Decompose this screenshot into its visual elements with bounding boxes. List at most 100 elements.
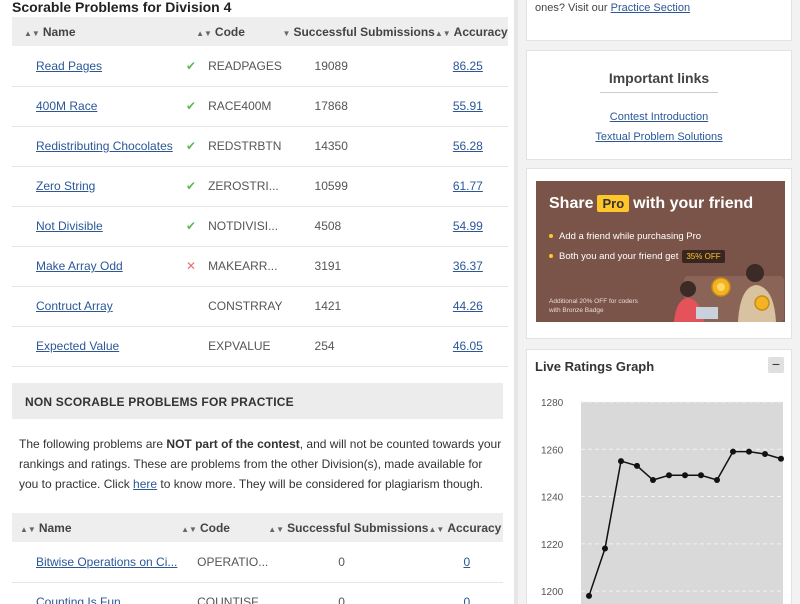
- problem-code: MAKEARR...: [196, 246, 283, 287]
- sidebar: ones? Visit our Practice Section Importa…: [518, 0, 800, 604]
- non-scorable-problems-table: ▲▼ Name ▲▼ Code ▲▼ Successful Submissions ▲…: [12, 513, 503, 604]
- rating-point: [650, 477, 656, 483]
- problem-code: ZEROSTRI...: [196, 166, 283, 207]
- accuracy-link[interactable]: 54.99: [453, 219, 483, 233]
- table-row: Make Array Odd ✕ MAKEARR... 3191 36.37: [12, 246, 508, 287]
- sort-icon: ▲▼: [196, 28, 212, 38]
- share-pro-card: Share Pro with your friend Add a friend wh…: [526, 168, 792, 339]
- col-name-header[interactable]: ▲▼ Name: [12, 513, 182, 542]
- sort-icon: ▲▼: [434, 28, 451, 38]
- share-pro-banner[interactable]: Share Pro with your friend Add a friend wh…: [536, 181, 785, 322]
- col-submissions-header[interactable]: ▼ Successful Submissions: [282, 17, 435, 46]
- problem-name-link[interactable]: Read Pages: [36, 59, 102, 73]
- rating-point: [746, 448, 752, 455]
- rating-point: [714, 477, 720, 483]
- table-row: Contruct Array CONSTRRAY 1421 44.26: [12, 286, 508, 327]
- sort-icon: ▲▼: [268, 524, 285, 534]
- problem-code: REDSTRBTN: [196, 126, 283, 167]
- practice-section-link[interactable]: Practice Section: [611, 2, 690, 14]
- submissions-count: 4508: [282, 206, 435, 247]
- problem-code: RACE400M: [196, 86, 283, 127]
- col-accuracy-header[interactable]: ▲▼ Accuracy: [428, 513, 503, 542]
- rating-point: [618, 458, 624, 465]
- accuracy-link[interactable]: 61.77: [453, 179, 483, 193]
- accuracy-link[interactable]: 0: [463, 595, 470, 604]
- accuracy-link[interactable]: 56.28: [453, 139, 483, 153]
- y-tick-label: 1280: [541, 398, 564, 409]
- col-accuracy-header[interactable]: ▲▼ Accuracy: [434, 17, 508, 46]
- rating-point: [730, 448, 736, 455]
- rating-point: [586, 592, 592, 599]
- sort-icon: ▲▼: [20, 524, 36, 534]
- non-scorable-header: NON SCORABLE PROBLEMS FOR PRACTICE: [12, 383, 503, 419]
- problem-code: EXPVALUE: [196, 326, 283, 367]
- accuracy-link[interactable]: 0: [463, 555, 470, 569]
- scorable-problems-table: ▲▼ Name ▲▼ Code ▼ Successful Submissions ▲▼…: [12, 17, 508, 367]
- table-row: Read Pages ✔ READPAGES 19089 86.25: [12, 46, 508, 87]
- problem-code: CONSTRRAY: [196, 286, 283, 327]
- know-more-link[interactable]: here: [133, 477, 157, 491]
- table-row: Counting Is Fun COUNTISF... 0 0: [12, 582, 503, 604]
- rating-point: [698, 472, 704, 479]
- col-code-header[interactable]: ▲▼ Code: [181, 513, 269, 542]
- col-code-header[interactable]: ▲▼ Code: [196, 17, 283, 46]
- sort-icon: ▲▼: [181, 524, 197, 534]
- table-row: Bitwise Operations on Ci... OPERATIO... 0 0: [12, 542, 503, 583]
- table-header-row: ▲▼ Name ▲▼ Code ▼ Successful Submissions ▲▼…: [12, 17, 508, 46]
- table-row: Not Divisible ✔ NOTDIVISI... 4508 54.99: [12, 206, 508, 247]
- col-submissions-header[interactable]: ▲▼ Successful Submissions: [268, 513, 429, 542]
- table-row: 400M Race ✔ RACE400M 17868 55.91: [12, 86, 508, 127]
- check-icon: ✔: [186, 179, 197, 193]
- practice-card: ones? Visit our Practice Section: [526, 0, 792, 41]
- textual-solutions-link[interactable]: Textual Problem Solutions: [595, 131, 722, 143]
- title-underline: [600, 92, 718, 93]
- problem-name-link[interactable]: Zero String: [36, 179, 95, 193]
- problem-name-link[interactable]: Bitwise Operations on Ci...: [36, 555, 177, 569]
- table-row: Zero String ✔ ZEROSTRI... 10599 61.77: [12, 166, 508, 207]
- submissions-count: 0: [268, 582, 429, 604]
- accuracy-link[interactable]: 46.05: [453, 339, 483, 353]
- problems-panel: Scorable Problems for Division 4 ▲▼ Name …: [0, 0, 514, 604]
- submissions-count: 1421: [282, 286, 435, 327]
- table-row: Expected Value EXPVALUE 254 46.05: [12, 326, 508, 367]
- contest-introduction-link[interactable]: Contest Introduction: [610, 111, 708, 123]
- submissions-count: 14350: [282, 126, 435, 167]
- problem-name-link[interactable]: Expected Value: [36, 339, 119, 353]
- accuracy-link[interactable]: 36.37: [453, 259, 483, 273]
- accuracy-link[interactable]: 44.26: [453, 299, 483, 313]
- cross-icon: ✕: [186, 259, 197, 273]
- live-ratings-card: Live Ratings Graph − 1200 1220 1240 1260 128…: [526, 349, 792, 604]
- problem-code: NOTDIVISI...: [196, 206, 283, 247]
- ratings-chart: 1200 1220 1240 1260 1280: [541, 398, 784, 604]
- problem-name-link[interactable]: Make Array Odd: [36, 259, 123, 273]
- y-tick-label: 1240: [541, 493, 564, 504]
- submissions-count: 10599: [282, 166, 435, 207]
- problem-code: READPAGES: [196, 46, 283, 87]
- rating-point: [634, 462, 640, 469]
- sort-icon: ▲▼: [24, 28, 40, 38]
- accuracy-link[interactable]: 55.91: [453, 99, 483, 113]
- submissions-count: 19089: [282, 46, 435, 87]
- check-icon: ✔: [186, 58, 197, 73]
- problem-code: OPERATIO...: [181, 542, 269, 583]
- problem-name-link[interactable]: Not Divisible: [36, 219, 103, 233]
- non-scorable-title: NON SCORABLE PROBLEMS FOR PRACTICE: [25, 395, 294, 409]
- problem-name-link[interactable]: Contruct Array: [36, 299, 113, 313]
- sort-icon: ▲▼: [428, 524, 445, 534]
- y-tick-label: 1220: [541, 540, 564, 551]
- table-row: Redistributing Chocolates ✔ REDSTRBTN 14350…: [12, 126, 508, 167]
- important-links-card: Important links Contest Introduction Tex…: [526, 50, 792, 160]
- check-icon: ✔: [186, 139, 197, 153]
- submissions-count: 3191: [282, 246, 435, 287]
- problem-name-link[interactable]: Redistributing Chocolates: [36, 139, 173, 153]
- friends-illustration: [674, 264, 784, 322]
- problem-name-link[interactable]: 400M Race: [36, 99, 97, 113]
- accuracy-link[interactable]: 86.25: [453, 59, 483, 73]
- rating-point: [778, 455, 784, 462]
- problem-name-link[interactable]: Counting Is Fun: [36, 595, 121, 604]
- rating-point: [682, 472, 688, 479]
- col-name-header[interactable]: ▲▼ Name: [12, 17, 197, 46]
- y-tick-label: 1200: [541, 587, 564, 598]
- rating-point: [762, 451, 768, 457]
- plot-area: [581, 402, 783, 604]
